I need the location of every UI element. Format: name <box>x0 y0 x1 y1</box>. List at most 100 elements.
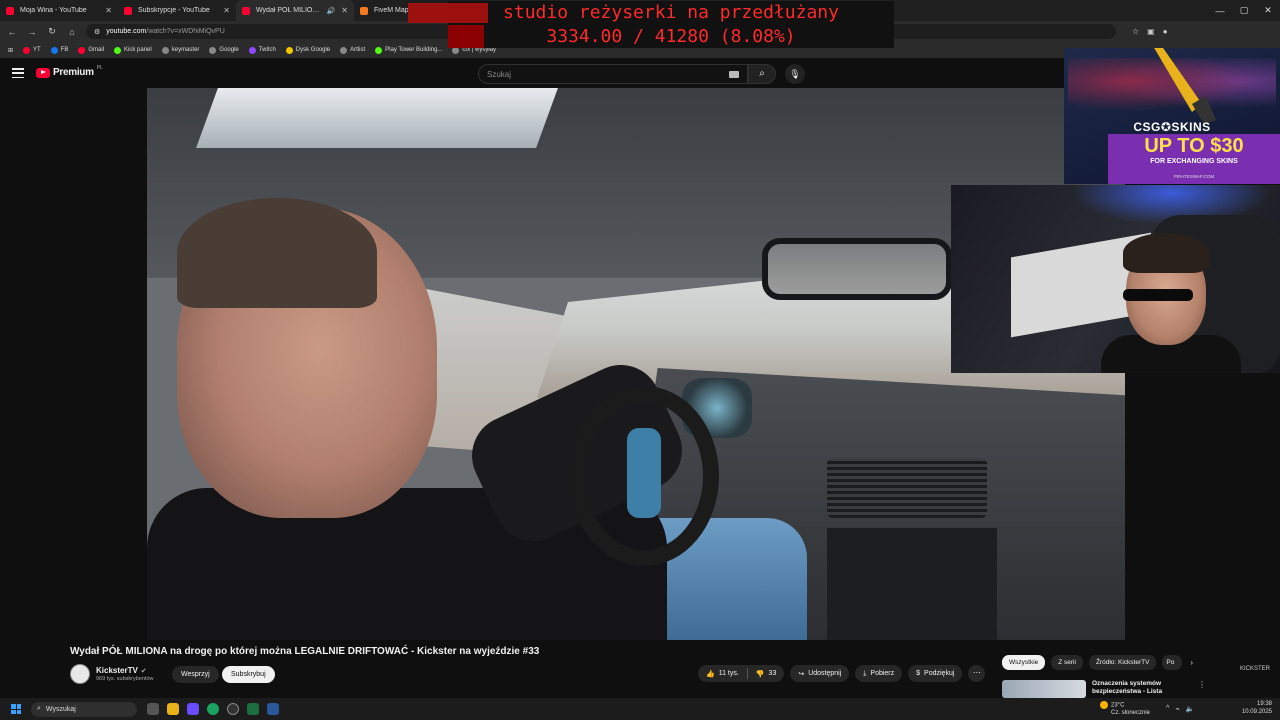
cam-sunglasses <box>1123 289 1193 301</box>
thanks-button[interactable]: $ Podziękuj <box>908 665 963 682</box>
browser-tab[interactable]: Subskrypcje - YouTube ✕ <box>118 0 236 21</box>
google-icon <box>209 46 217 54</box>
system-clock[interactable]: 19:38 10.09.2025 <box>1242 700 1272 716</box>
tab-title: Moja Wina - YouTube <box>20 7 87 14</box>
profile-icon[interactable]: ● <box>1163 27 1168 36</box>
bookmark-item[interactable]: Play Tower Building... <box>375 46 442 54</box>
recommended-thumbnail[interactable] <box>1002 680 1086 698</box>
close-tab-icon[interactable]: ✕ <box>223 6 230 15</box>
bookmark-item[interactable]: Gmail <box>78 46 104 54</box>
close-window-icon[interactable]: ✕ <box>1256 5 1280 16</box>
tab-title: Wydał PÓŁ MILIONA na dr <box>256 7 321 14</box>
chip-all[interactable]: Wszystkie <box>1002 655 1046 670</box>
browser-tab[interactable]: Moja Wina - YouTube ✕ <box>0 0 118 21</box>
apps-grid-icon[interactable]: ⊞ <box>8 47 13 54</box>
tab-title: Subskrypcje - YouTube <box>138 7 210 14</box>
channel-watermark[interactable]: KICKSTER <box>1240 666 1270 672</box>
chip-series[interactable]: Z serii <box>1051 655 1083 670</box>
menu-icon[interactable] <box>12 68 24 78</box>
recommended-title[interactable]: Oznaczenia systemów bezpieczeństwa - Lis… <box>1092 680 1192 698</box>
excel-icon[interactable] <box>247 703 259 715</box>
like-button[interactable]: 👍 11 tys. <box>698 665 747 682</box>
subscribe-button[interactable]: Subskrybuj <box>222 666 275 683</box>
browser-tab-active[interactable]: Wydał PÓŁ MILIONA na dr 🔊 ✕ <box>236 0 354 21</box>
youtube-icon <box>242 6 250 15</box>
volume-icon[interactable]: 🔈 <box>1186 705 1195 713</box>
url-host: youtube.com <box>106 28 147 35</box>
extension-icon[interactable]: ▣ <box>1147 27 1155 36</box>
windows-start-icon[interactable] <box>11 704 21 714</box>
site-info-icon[interactable]: ⚙ <box>94 28 100 36</box>
ad-site: PIRATESWAP.COM <box>1173 174 1215 179</box>
share-button[interactable]: ↪ Udostępnij <box>790 665 850 682</box>
chip-more[interactable]: Po <box>1162 655 1183 670</box>
chevron-up-icon[interactable]: ^ <box>1166 705 1169 713</box>
network-icon[interactable]: ⌁ <box>1175 705 1179 713</box>
bookmark-item[interactable]: Twitch <box>248 46 276 54</box>
bookmark-item[interactable]: Kick panel <box>114 46 152 54</box>
task-view-icon[interactable] <box>147 703 159 715</box>
voice-search-button[interactable]: 🎙 <box>785 64 805 84</box>
map-icon <box>360 6 368 15</box>
youtube-icon <box>124 6 132 15</box>
home-icon[interactable]: ⌂ <box>66 27 78 37</box>
goal-progress-text: 3334.00 / 41280 (8.08%) <box>546 26 796 47</box>
bookmark-star-icon[interactable]: ☆ <box>1132 27 1139 36</box>
windows-taskbar: ⌕ Wyszukaj 23°C Cz. słonecznie ^ ⌁ 🔈 19:… <box>0 698 1280 720</box>
thumbs-down-icon: 👎 <box>755 670 765 678</box>
discord-icon[interactable] <box>187 703 199 715</box>
window-controls: — ▢ ✕ <box>1208 0 1280 21</box>
maximize-icon[interactable]: ▢ <box>1232 5 1256 16</box>
knife-icon <box>1154 48 1216 124</box>
download-button[interactable]: ⤓ Pobierz <box>855 665 903 682</box>
chip-source[interactable]: Źródło: KicksterTV <box>1088 655 1157 670</box>
forward-icon[interactable]: → <box>26 27 38 37</box>
bookmark-item[interactable]: FB <box>50 46 68 54</box>
speaker-icon[interactable]: 🔊 <box>327 7 336 15</box>
thumbs-up-icon: 👍 <box>706 670 715 678</box>
chrome-icon[interactable] <box>207 703 219 715</box>
dislike-button[interactable]: 👎 33 <box>748 665 785 682</box>
drive-icon <box>285 46 293 54</box>
sun-icon <box>1100 701 1108 710</box>
bookmark-item[interactable]: Artlist <box>340 46 365 54</box>
back-icon[interactable]: ← <box>6 27 18 37</box>
taskbar-search-input[interactable]: ⌕ Wyszukaj <box>31 701 137 717</box>
video-actions: 👍 11 tys. 👎 33 ↪ Udostępnij ⤓ Pobierz $ Podzi… <box>698 665 986 682</box>
search-icon: ⌕ <box>759 68 765 79</box>
donation-goal-overlay: studio reżyserki na przedłużany 3334.00 … <box>408 1 894 48</box>
ad-headline: UP TO $30 <box>1144 135 1244 157</box>
file-explorer-icon[interactable] <box>167 703 179 715</box>
video-scene-mirror <box>762 238 952 300</box>
bookmark-item[interactable]: keymaster <box>161 46 199 54</box>
document-icon[interactable] <box>267 703 279 715</box>
channel-avatar[interactable] <box>70 664 90 684</box>
channel-name[interactable]: KicksterTV <box>96 666 138 675</box>
gmail-icon <box>78 46 86 54</box>
channel-block: KicksterTV ✔ 969 tys. subskrybentów <box>70 664 153 684</box>
close-tab-icon[interactable]: ✕ <box>105 6 112 15</box>
bookmark-item[interactable]: YT <box>23 46 41 54</box>
reload-icon[interactable]: ↻ <box>46 26 58 37</box>
close-tab-icon[interactable]: ✕ <box>341 6 348 15</box>
share-icon: ↪ <box>798 670 805 678</box>
search-input[interactable]: Szukaj <box>478 64 748 84</box>
search-button[interactable]: ⌕ <box>748 64 776 84</box>
bookmark-item[interactable]: Dysk Google <box>285 46 330 54</box>
obs-icon[interactable] <box>227 703 239 715</box>
minimize-icon[interactable]: — <box>1208 6 1232 16</box>
kick-icon <box>114 46 122 54</box>
weather-widget[interactable]: 23°C Cz. słonecznie <box>1100 701 1150 717</box>
search-icon: ⌕ <box>37 705 41 712</box>
youtube-logo[interactable]: Premium PL <box>36 65 103 78</box>
chevron-right-icon[interactable]: › <box>1190 658 1193 667</box>
join-button[interactable]: Wesprzyj <box>172 666 219 683</box>
more-icon[interactable]: ⋮ <box>1198 680 1206 698</box>
recommended-item[interactable]: Oznaczenia systemów bezpieczeństwa - Lis… <box>1002 680 1206 698</box>
artlist-icon <box>340 46 348 54</box>
more-actions-button[interactable]: ⋯ <box>968 665 986 682</box>
goal-name: studio reżyserki na przedłużany <box>503 2 839 23</box>
keyboard-icon[interactable] <box>729 71 739 78</box>
thanks-icon: $ <box>916 670 921 677</box>
bookmark-item[interactable]: Google <box>209 46 239 54</box>
